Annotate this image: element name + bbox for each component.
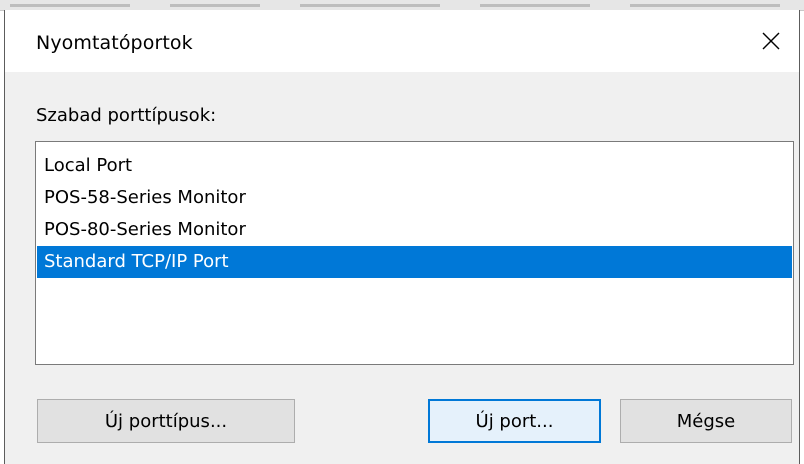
background-text-fragment (300, 4, 440, 7)
close-icon (762, 32, 780, 50)
list-item-local-port[interactable]: Local Port (37, 150, 792, 182)
background-text-fragment (170, 4, 260, 7)
background-text-fragment (480, 4, 590, 7)
dialog-title: Nyomtatóportok (36, 32, 193, 54)
port-types-listbox[interactable]: Local Port POS-58-Series Monitor POS-80-… (35, 141, 794, 365)
dialog-titlebar[interactable]: Nyomtatóportok (5, 10, 799, 72)
new-port-type-button[interactable]: Új porttípus... (37, 399, 295, 443)
background-text-fragment (10, 4, 130, 7)
list-item-pos-58-series-monitor[interactable]: POS-58-Series Monitor (37, 182, 792, 214)
cancel-button[interactable]: Mégse (620, 399, 792, 443)
printer-ports-dialog: Nyomtatóportok Szabad porttípusok: Local… (4, 10, 800, 464)
background-text-fragment (630, 4, 780, 7)
list-item-standard-tcp-ip-port[interactable]: Standard TCP/IP Port (37, 246, 792, 278)
close-button[interactable] (743, 10, 799, 72)
list-item-pos-80-series-monitor[interactable]: POS-80-Series Monitor (37, 214, 792, 246)
new-port-button[interactable]: Új port... (428, 399, 601, 443)
available-port-types-label: Szabad porttípusok: (36, 105, 217, 126)
